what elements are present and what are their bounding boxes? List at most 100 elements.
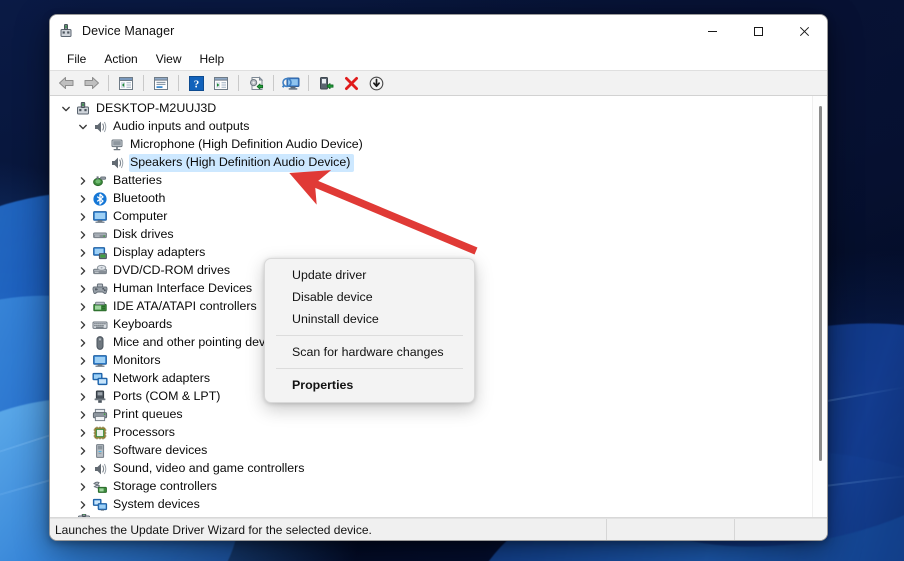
chevron-right-icon[interactable] [75,496,91,514]
context-menu-item-scan-for-hardware-changes[interactable]: Scan for hardware changes [265,341,474,363]
chevron-right-icon[interactable] [75,172,91,190]
chevron-right-icon[interactable] [75,442,91,460]
tree-item[interactable]: System devices [50,496,827,514]
network-adapter-icon [91,371,109,387]
tree-item[interactable]: Batteries [50,172,827,190]
device-tree-pane: DESKTOP-M2UUJ3D Audio inputs and outputs M… [50,96,827,518]
tree-item-label: Microphone (High Definition Audio Device… [130,137,363,151]
properties-icon[interactable] [149,72,173,94]
storage-controller-icon [91,479,109,495]
maximize-button[interactable] [735,15,781,47]
processor-icon [91,425,109,441]
chevron-right-icon[interactable] [75,424,91,442]
device-icon [75,514,93,517]
menu-file[interactable]: File [58,50,95,68]
context-menu-item-properties[interactable]: Properties [265,374,474,396]
tree-item-label: Batteries [113,173,162,187]
chevron-right-icon[interactable] [75,334,91,352]
chevron-right-icon[interactable] [75,298,91,316]
chevron-right-icon[interactable] [75,190,91,208]
tree-item[interactable]: Computer [50,208,827,226]
ide-controller-icon [91,299,109,315]
tree-item[interactable]: Microphone (High Definition Audio Device… [50,136,827,154]
tree-item[interactable]: Software devices [50,442,827,460]
menu-action[interactable]: Action [95,50,146,68]
bluetooth-icon [91,191,109,207]
tree-item-label: Monitors [113,353,161,367]
tree-item-label: Bluetooth [113,191,166,205]
chevron-down-icon[interactable] [58,100,74,118]
chevron-right-icon[interactable] [75,280,91,298]
chevron-right-icon[interactable] [75,352,91,370]
chevron-right-icon[interactable] [75,478,91,496]
dvd-drive-icon [91,263,109,279]
menu-view[interactable]: View [147,50,191,68]
tree-item[interactable]: Bluetooth [50,190,827,208]
tree-item-label: Software devices [113,443,208,457]
context-menu-item-disable-device[interactable]: Disable device [265,286,474,308]
scrollbar-thumb[interactable] [819,106,822,461]
update-driver-icon[interactable] [244,72,268,94]
computer-root-icon [74,101,92,117]
chevron-down-icon[interactable] [75,118,91,136]
tree-item[interactable]: Print queues [50,406,827,424]
tree-item-label: Speakers (High Definition Audio Device) [129,154,355,172]
context-menu: Update driver Disable device Uninstall dev… [264,258,475,403]
svg-text:?: ? [193,78,199,90]
tree-item-label: DVD/CD-ROM drives [113,263,231,277]
tree-item[interactable]: DESKTOP-M2UUJ3D [50,100,827,118]
tree-item-label: Computer [113,209,168,223]
enable-device-icon[interactable] [314,72,338,94]
toolbar-separator [108,75,109,91]
uninstall-device-icon[interactable] [339,72,363,94]
tree-item[interactable]: Sound, video and game controllers [50,460,827,478]
chevron-right-icon[interactable] [75,262,91,280]
menu-help[interactable]: Help [191,50,234,68]
toolbar-separator [178,75,179,91]
chevron-right-icon[interactable] [75,370,91,388]
context-menu-item-uninstall-device[interactable]: Uninstall device [265,308,474,330]
toolbar: ? [50,70,827,96]
vertical-scrollbar[interactable] [812,96,827,517]
context-menu-item-update-driver[interactable]: Update driver [265,264,474,286]
chevron-right-icon[interactable] [75,244,91,262]
software-device-icon [91,443,109,459]
chevron-right-icon[interactable] [75,208,91,226]
show-hide-console-tree-icon[interactable] [114,72,138,94]
tree-item-label: Human Interface Devices [113,281,253,295]
back-icon[interactable] [54,72,78,94]
minimize-button[interactable] [689,15,735,47]
close-button[interactable] [781,15,827,47]
status-message: Launches the Update Driver Wizard for th… [50,519,607,540]
disable-device-icon[interactable] [364,72,388,94]
tree-item[interactable]: Storage controllers [50,478,827,496]
forward-icon[interactable] [79,72,103,94]
chevron-right-icon[interactable] [75,460,91,478]
tree-item-label: Keyboards [113,317,173,331]
chevron-right-icon[interactable] [75,406,91,424]
context-menu-separator [276,368,463,369]
chevron-right-icon[interactable] [75,316,91,334]
speaker-icon [91,119,109,135]
tree-item[interactable]: Processors [50,424,827,442]
scan-for-hardware-changes-icon[interactable] [279,72,303,94]
chevron-right-icon[interactable] [75,388,91,406]
view-icon[interactable] [209,72,233,94]
title-bar[interactable]: Device Manager [50,15,827,47]
tree-item[interactable]: Audio inputs and outputs [50,118,827,136]
chevron-right-icon[interactable] [75,226,91,244]
display-adapter-icon [91,245,109,261]
speaker-icon [91,461,109,477]
tree-item[interactable]: Speakers (High Definition Audio Device) [50,154,827,172]
context-menu-separator [276,335,463,336]
help-icon[interactable]: ? [184,72,208,94]
hid-gamepad-icon [91,281,109,297]
tree-item-label: Disk drives [113,227,174,241]
speaker-icon [108,155,126,171]
tree-item-label: Processors [113,425,175,439]
system-device-icon [91,497,109,513]
tree-item-partial[interactable] [50,514,827,517]
tree-item[interactable]: Disk drives [50,226,827,244]
disk-drive-icon [91,227,109,243]
